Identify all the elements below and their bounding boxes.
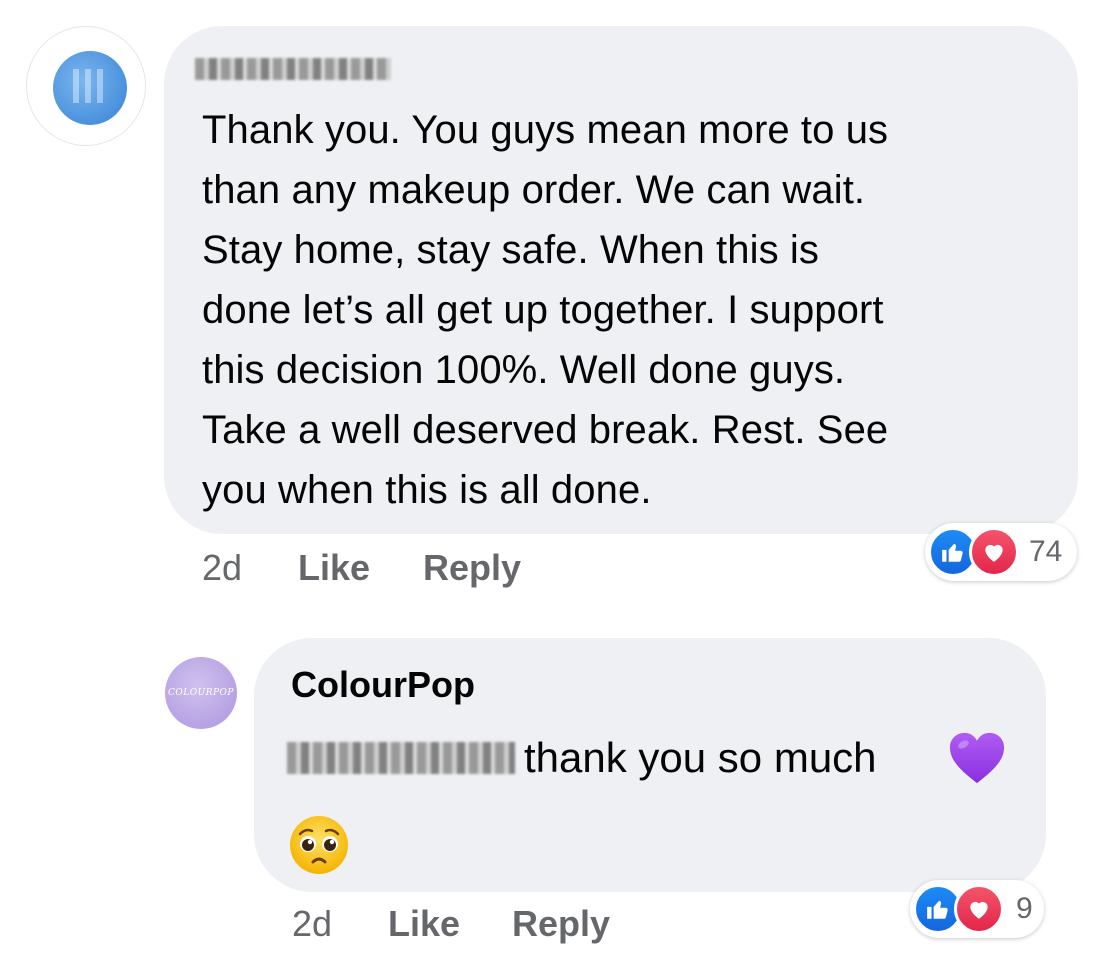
avatar-logo-text: COLOURPOP <box>168 688 234 698</box>
purple-heart-emoji <box>949 732 1005 784</box>
love-reaction-icon <box>954 884 1004 934</box>
comment-timestamp[interactable]: 2d <box>202 548 242 588</box>
pleading-face-emoji <box>290 816 348 874</box>
reply-timestamp[interactable]: 2d <box>292 904 332 944</box>
reply-text: thank you so much <box>524 734 877 781</box>
colourpop-avatar[interactable]: COLOURPOP <box>165 657 237 729</box>
reaction-count: 74 <box>1029 535 1063 568</box>
commenter-avatar[interactable] <box>26 26 146 146</box>
comment-reply-button[interactable]: Reply <box>423 548 521 588</box>
love-reaction-icon <box>969 527 1019 577</box>
reply-reactions[interactable]: 9 <box>910 880 1044 938</box>
reply-like-button[interactable]: Like <box>388 904 460 944</box>
commenter-name-redacted[interactable] <box>195 58 391 80</box>
comment-text: Thank you. You guys mean more to us than… <box>202 108 889 512</box>
reaction-count: 9 <box>1016 892 1033 925</box>
comment-like-button[interactable]: Like <box>298 548 370 588</box>
mentioned-name-redacted[interactable] <box>287 742 515 774</box>
reply-reply-button[interactable]: Reply <box>512 904 610 944</box>
reply-author-name[interactable]: ColourPop <box>291 664 475 706</box>
avatar-image-blurred <box>53 51 127 125</box>
comment-reactions[interactable]: 74 <box>925 523 1077 581</box>
avatar-blur-pattern <box>73 69 107 103</box>
